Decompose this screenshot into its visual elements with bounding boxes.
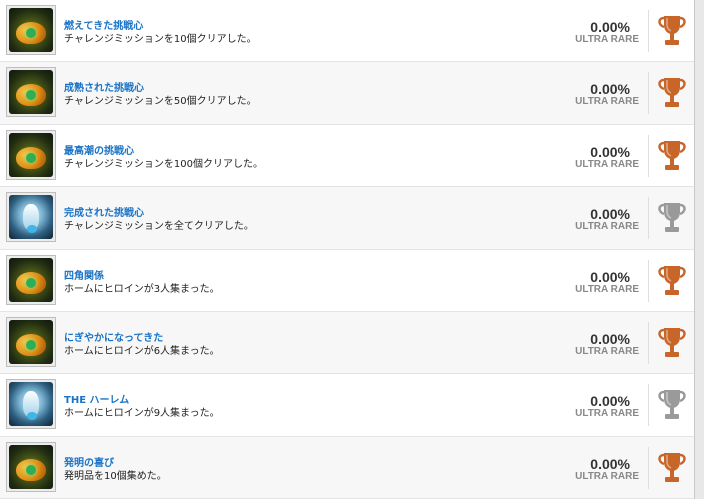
trophy-percent: 0.00% (590, 81, 630, 98)
trophy-rarity: ULTRA RARE (575, 34, 639, 45)
bronze-trophy-icon (657, 14, 687, 48)
divider (648, 134, 649, 177)
trophy-percent: 0.00% (590, 330, 630, 347)
trophy-rarity: ULTRA RARE (575, 283, 639, 295)
bronze-trophy-icon (657, 139, 687, 173)
gold-emblem-icon[interactable] (6, 441, 56, 492)
bronze-trophy-icon (657, 326, 687, 360)
trophy-percent: 0.00% (590, 268, 630, 285)
trophy-percent: 0.00% (590, 393, 630, 410)
gold-emblem-icon[interactable] (6, 67, 56, 118)
trophy-description: チャレンジミッションを50個クリアした。 (64, 96, 257, 108)
trophy-row[interactable]: 発明の喜び 発明品を10個集めた。 0.00% ULTRA RARE (0, 436, 694, 499)
trophy-description: チャレンジミッションを10個クリアした。 (64, 34, 257, 45)
trophy-description: ホームにヒロインが9人集まった。 (64, 408, 220, 420)
trophy-row[interactable]: 最高潮の挑戦心 チャレンジミッションを100個クリアした。 0.00% ULTR… (0, 125, 694, 188)
silver-trophy-icon (657, 388, 687, 422)
divider (648, 10, 649, 52)
trophy-percent: 0.00% (590, 19, 630, 35)
scrollbar[interactable] (695, 0, 704, 499)
bronze-trophy-icon (657, 264, 687, 298)
bronze-trophy-icon (657, 76, 687, 110)
trophy-rarity: ULTRA RARE (575, 345, 639, 357)
trophy-row[interactable]: 四角関係 ホームにヒロインが3人集まった。 0.00% ULTRA RARE (0, 250, 694, 312)
trophy-row[interactable]: 成熟された挑戦心 チャレンジミッションを50個クリアした。 0.00% ULTR… (0, 62, 694, 125)
trophy-row[interactable]: 完成された挑戦心 チャレンジミッションを全てクリアした。 0.00% ULTRA… (0, 187, 694, 250)
trophy-percent: 0.00% (590, 143, 630, 160)
divider (648, 197, 649, 240)
gold-emblem-icon[interactable] (6, 129, 56, 180)
trophy-rarity: ULTRA RARE (575, 221, 639, 233)
trophy-rarity: ULTRA RARE (575, 158, 639, 170)
trophy-description: チャレンジミッションを全てクリアした。 (64, 221, 254, 233)
trophy-description: チャレンジミッションを100個クリアした。 (64, 158, 263, 170)
trophy-description: ホームにヒロインが6人集まった。 (64, 345, 220, 357)
blue-emblem-icon[interactable] (6, 379, 56, 430)
divider (648, 72, 649, 115)
trophy-row[interactable]: にぎやかになってきた ホームにヒロインが6人集まった。 0.00% ULTRA … (0, 311, 694, 375)
bronze-trophy-icon (657, 451, 687, 485)
trophy-list: 燃えてきた挑戦心 チャレンジミッションを10個クリアした。 0.00% ULTR… (0, 0, 695, 499)
trophy-row[interactable]: 燃えてきた挑戦心 チャレンジミッションを10個クリアした。 0.00% ULTR… (0, 0, 694, 63)
trophy-description: ホームにヒロインが3人集まった。 (64, 283, 220, 295)
gold-emblem-icon[interactable] (6, 254, 56, 305)
trophy-rarity: ULTRA RARE (575, 96, 639, 108)
blue-emblem-icon[interactable] (6, 192, 56, 243)
silver-trophy-icon (657, 201, 687, 235)
gold-emblem-icon[interactable] (6, 5, 56, 55)
trophy-rarity: ULTRA RARE (575, 470, 639, 482)
trophy-description: 発明品を10個集めた。 (64, 470, 167, 482)
gold-emblem-icon[interactable] (6, 316, 56, 367)
divider (648, 321, 649, 364)
trophy-rarity: ULTRA RARE (575, 408, 639, 420)
trophy-percent: 0.00% (590, 455, 630, 472)
divider (648, 384, 649, 427)
trophy-percent: 0.00% (590, 206, 630, 223)
divider (648, 259, 649, 302)
trophy-row[interactable]: THE ハーレム ホームにヒロインが9人集まった。 0.00% ULTRA RA… (0, 374, 694, 437)
divider (648, 446, 649, 489)
